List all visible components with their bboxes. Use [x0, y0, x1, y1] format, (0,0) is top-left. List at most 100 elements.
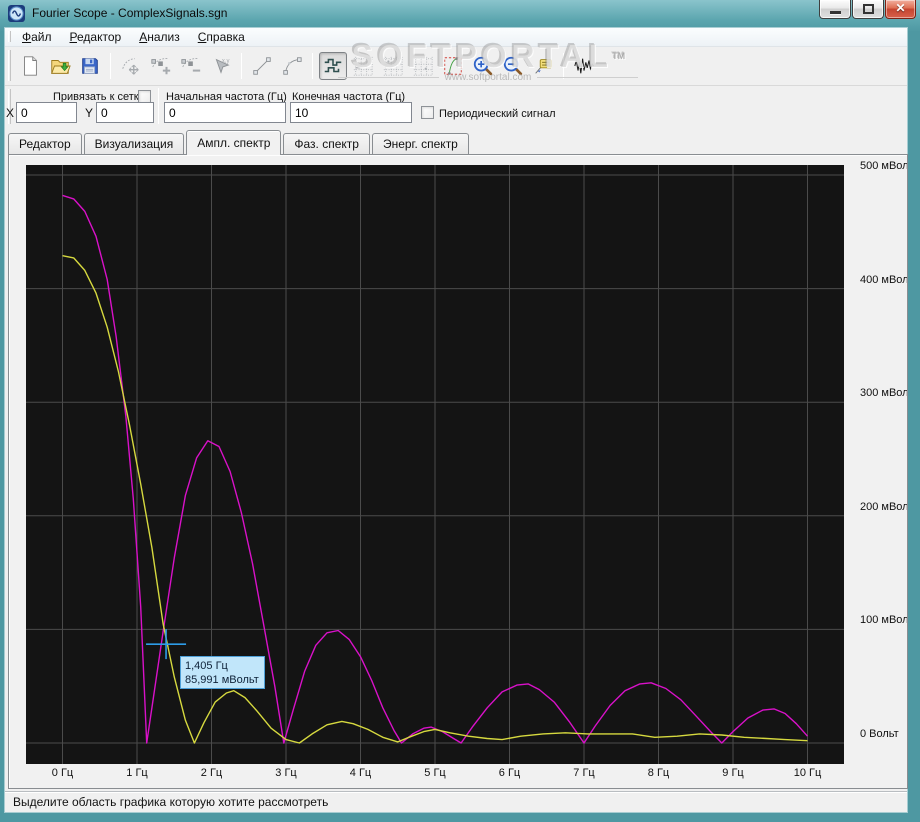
x-tick-1: 1 Гц — [126, 767, 148, 779]
select-curve-icon — [442, 55, 464, 77]
y-tick-2: 200 мВоль — [860, 500, 908, 513]
x-tick-6: 6 Гц — [498, 767, 521, 779]
zoom-out-icon — [502, 55, 524, 77]
minimize-icon — [830, 11, 841, 14]
square-wave-icon — [322, 55, 344, 77]
y-coordinate-input[interactable] — [96, 102, 154, 123]
client-area: Файл Редактор Анализ Справка x,y SOFTPORTAL… — [5, 28, 908, 812]
toolbar-separator — [312, 53, 313, 79]
new-file-button[interactable] — [16, 52, 44, 80]
zoom-in-icon — [472, 55, 494, 77]
x-tick-9: 9 Гц — [722, 767, 744, 779]
signal-grid-3-button — [409, 52, 437, 80]
parameter-bar: Привязать к сетке X Y Начальная частота … — [5, 86, 907, 128]
x-tick-0: 0 Гц — [51, 767, 74, 779]
new-file-icon — [19, 55, 41, 77]
tab-3[interactable]: Фаз. спектр — [283, 133, 370, 154]
waveform-button[interactable] — [570, 52, 598, 80]
open-file-button[interactable] — [46, 52, 74, 80]
menu-bar: Файл Редактор Анализ Справка — [5, 28, 907, 47]
tag-label-button[interactable] — [529, 52, 557, 80]
end-frequency-input[interactable] — [290, 102, 412, 123]
y-coordinate-label: Y — [85, 106, 94, 120]
cursor-tooltip: 1,405 Гц 85,991 мВольт — [180, 656, 265, 689]
toolbar-separator — [110, 53, 111, 79]
bezier-curve-button[interactable] — [278, 52, 306, 80]
line-segment-button[interactable] — [248, 52, 276, 80]
grid-lines — [26, 165, 844, 764]
close-button[interactable]: ✕ — [885, 0, 916, 19]
start-frequency-input[interactable] — [164, 102, 286, 123]
x-tick-5: 5 Гц — [424, 767, 446, 779]
line-segment-icon — [251, 55, 273, 77]
toolbar-gripper — [8, 50, 11, 81]
status-text: Выделите область графика которую хотите … — [13, 795, 329, 809]
maximize-button[interactable] — [852, 0, 884, 19]
move-point-button — [117, 52, 145, 80]
x-tick-4: 4 Гц — [349, 767, 372, 779]
menu-item-0[interactable]: Файл — [13, 28, 61, 44]
y-tick-5: 500 мВоль — [860, 160, 908, 172]
minimize-button[interactable] — [819, 0, 851, 19]
zoom-out-button[interactable] — [499, 52, 527, 80]
tab-2[interactable]: Ампл. спектр — [186, 130, 282, 155]
toolbar: x,y — [5, 47, 907, 86]
x-tick-8: 8 Гц — [647, 767, 670, 779]
square-wave-button[interactable] — [319, 52, 347, 80]
waveform-icon — [573, 55, 595, 77]
spectrum-chart[interactable]: 1,405 Гц 85,991 мВольт — [26, 165, 844, 764]
menu-gripper — [8, 31, 11, 42]
x-tick-7: 7 Гц — [573, 767, 595, 779]
y-tick-4: 400 мВоль — [860, 273, 908, 286]
svg-text:x,y: x,y — [222, 58, 230, 64]
x-tick-10: 10 Гц — [793, 767, 822, 779]
y-axis-labels: 0 Вольт 100 мВоль 200 мВоль 300 мВоль 400 мВ… — [852, 155, 908, 788]
tab-strip: Редактор Визуализация Ампл. спектр Фаз. спе… — [5, 128, 907, 155]
save-file-icon — [79, 55, 101, 77]
spectrum-plot-svg — [26, 165, 844, 764]
x-coordinate-label: X — [6, 106, 15, 120]
app-logo-icon — [8, 5, 25, 22]
tab-0[interactable]: Редактор — [8, 133, 82, 154]
open-file-icon — [49, 55, 71, 77]
y-tick-1: 100 мВоль — [860, 614, 908, 627]
menu-item-3[interactable]: Справка — [189, 28, 254, 44]
remove-point-icon — [180, 55, 202, 77]
tooltip-frequency: 1,405 Гц — [185, 660, 228, 672]
signal-grid-1-button — [349, 52, 377, 80]
signal-grid-1-icon — [352, 55, 374, 77]
status-bar: Выделите область графика которую хотите … — [5, 791, 907, 812]
x-coordinate-input[interactable] — [16, 102, 77, 123]
tooltip-value: 85,991 мВольт — [185, 674, 259, 686]
periodic-signal-label: Периодический сигнал — [439, 108, 556, 120]
y-tick-0: 0 Вольт — [860, 728, 899, 740]
y-tick-3: 300 мВоль — [860, 387, 908, 400]
remove-point-button — [177, 52, 205, 80]
pointer-xy-icon: x,y — [210, 55, 232, 77]
tag-label-icon — [532, 55, 554, 77]
title-bar[interactable]: Fourier Scope - ComplexSignals.sgn ✕ — [0, 0, 920, 28]
x-tick-3: 3 Гц — [275, 767, 297, 779]
toolbar-separator — [563, 53, 564, 79]
toolbar-separator — [241, 53, 242, 79]
pointer-xy-button: x,y — [207, 52, 235, 80]
window-title: Fourier Scope - ComplexSignals.sgn — [32, 6, 228, 20]
periodic-signal-checkbox[interactable] — [421, 106, 434, 119]
zoom-in-button[interactable] — [469, 52, 497, 80]
menu-item-1[interactable]: Редактор — [61, 28, 131, 44]
add-point-button — [147, 52, 175, 80]
tab-1[interactable]: Визуализация — [83, 133, 185, 154]
select-curve-button[interactable] — [439, 52, 467, 80]
controls-separator — [158, 88, 159, 124]
menu-item-2[interactable]: Анализ — [130, 28, 189, 44]
cursor-crosshair-icon — [146, 629, 187, 660]
signal-grid-2-button — [379, 52, 407, 80]
tab-4[interactable]: Энерг. спектр — [371, 133, 469, 154]
save-file-button[interactable] — [76, 52, 104, 80]
add-point-icon — [150, 55, 172, 77]
signal-grid-3-icon — [412, 55, 434, 77]
spectrum-panel: 1,405 Гц 85,991 мВольт 0 Вольт 100 мВоль 2… — [8, 154, 908, 789]
x-axis-labels: 0 Гц 1 Гц 2 Гц 3 Гц 4 Гц 5 Гц 6 Гц 7 Гц 8 Гц 9 Гц… — [9, 767, 907, 783]
x-tick-2: 2 Гц — [200, 767, 223, 779]
app-window: Fourier Scope - ComplexSignals.sgn ✕ Фай… — [0, 0, 920, 822]
